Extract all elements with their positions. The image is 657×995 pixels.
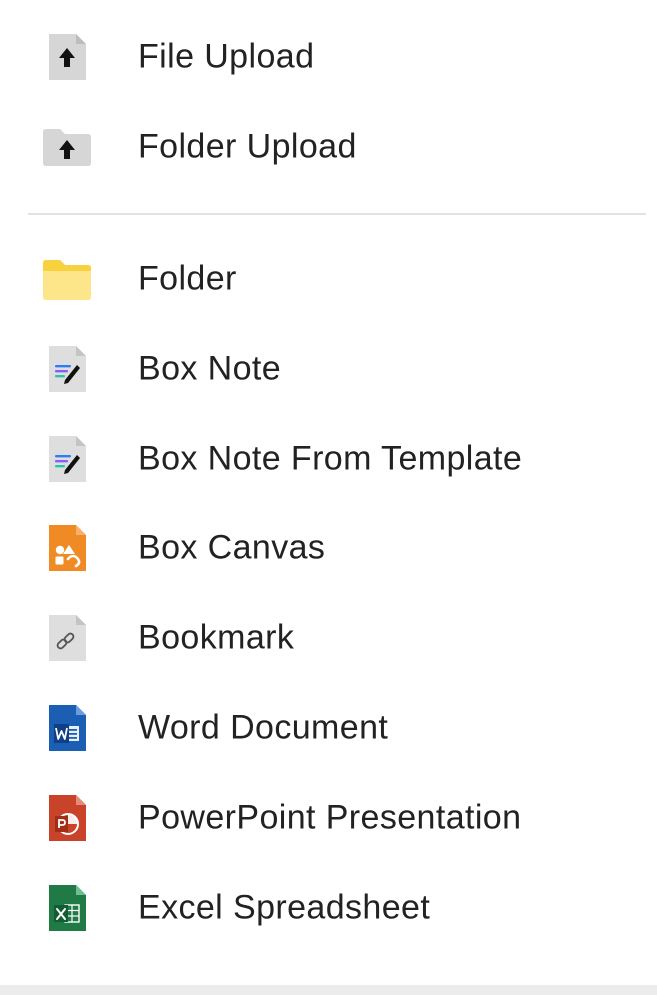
- word-document-icon: [40, 701, 94, 755]
- powerpoint-icon: [40, 791, 94, 845]
- file-upload-icon: [40, 30, 94, 84]
- menu-item-label: Folder Upload: [138, 127, 357, 166]
- menu-item-label: Box Canvas: [138, 528, 326, 567]
- menu-item-box-note-from-template[interactable]: Box Note From Template: [0, 414, 657, 504]
- new-item-menu: File Upload Folder Upload Folder Box Not…: [0, 0, 657, 985]
- menu-item-word-document[interactable]: Word Document: [0, 683, 657, 773]
- menu-item-box-canvas[interactable]: Box Canvas: [0, 503, 657, 593]
- menu-item-label: File Upload: [138, 37, 315, 76]
- folder-icon: [40, 252, 94, 306]
- menu-item-powerpoint-presentation[interactable]: PowerPoint Presentation: [0, 773, 657, 863]
- menu-item-box-note[interactable]: Box Note: [0, 324, 657, 414]
- box-note-icon: [40, 342, 94, 396]
- menu-item-label: PowerPoint Presentation: [138, 798, 522, 837]
- menu-item-folder-upload[interactable]: Folder Upload: [0, 102, 657, 192]
- menu-divider: [28, 213, 646, 215]
- bookmark-icon: [40, 611, 94, 665]
- excel-icon: [40, 881, 94, 935]
- menu-bottom-edge: [0, 985, 657, 995]
- menu-item-label: Box Note: [138, 349, 282, 388]
- menu-item-label: Word Document: [138, 708, 389, 747]
- menu-item-label: Folder: [138, 259, 237, 298]
- folder-upload-icon: [40, 120, 94, 174]
- menu-item-bookmark[interactable]: Bookmark: [0, 593, 657, 683]
- box-note-template-icon: [40, 432, 94, 486]
- menu-item-label: Excel Spreadsheet: [138, 888, 431, 927]
- box-canvas-icon: [40, 521, 94, 575]
- menu-item-label: Box Note From Template: [138, 439, 523, 478]
- menu-item-excel-spreadsheet[interactable]: Excel Spreadsheet: [0, 863, 657, 953]
- menu-item-folder[interactable]: Folder: [0, 234, 657, 324]
- menu-item-file-upload[interactable]: File Upload: [0, 12, 657, 102]
- menu-item-label: Bookmark: [138, 618, 295, 657]
